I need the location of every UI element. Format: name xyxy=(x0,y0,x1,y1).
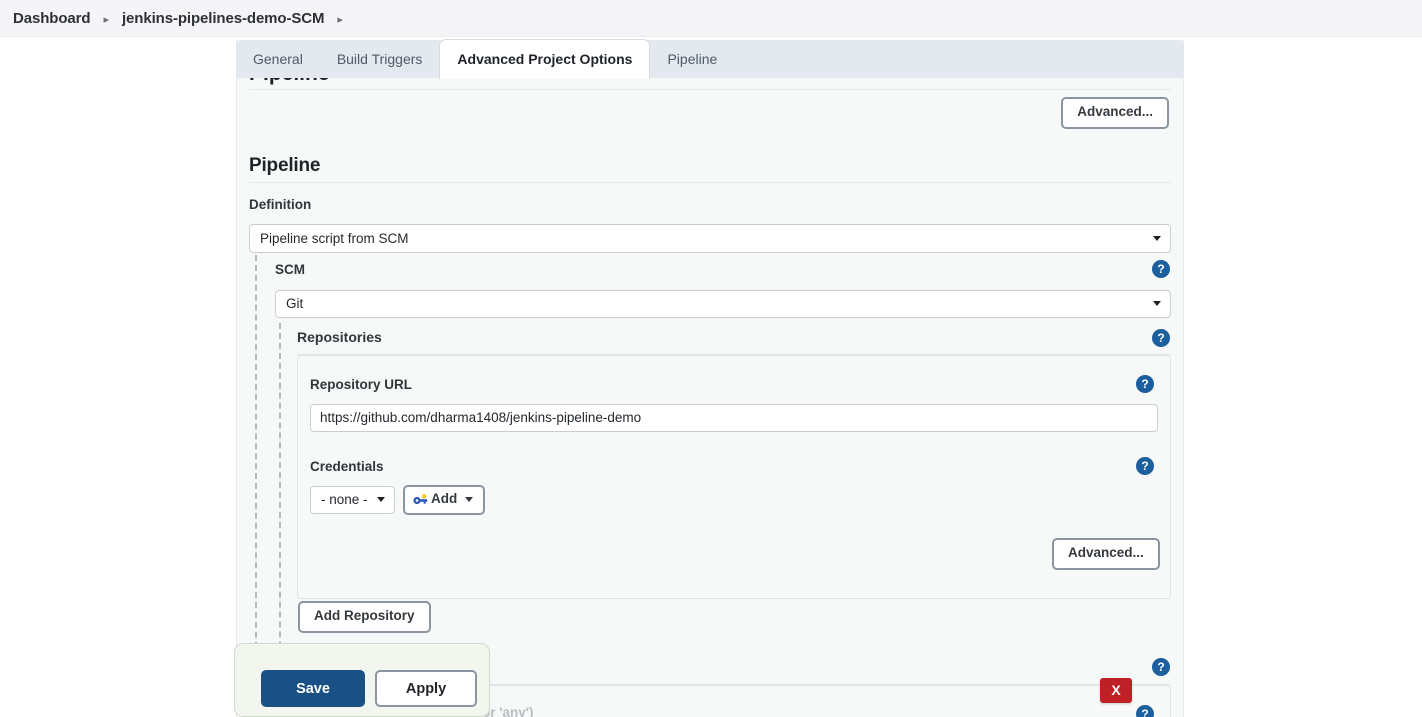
repository-block xyxy=(297,355,1171,599)
breadcrumb: Dashboard ▸ jenkins-pipelines-demo-SCM ▸ xyxy=(0,0,1422,37)
scm-label: SCM xyxy=(275,262,305,277)
apply-button[interactable]: Apply xyxy=(375,670,477,707)
help-icon-scm[interactable]: ? xyxy=(1152,260,1170,278)
breadcrumb-separator-icon: ▸ xyxy=(103,13,109,26)
delete-branch-button[interactable]: X xyxy=(1100,678,1132,703)
divider-pipeline xyxy=(249,182,1171,183)
credentials-label: Credentials xyxy=(310,459,384,474)
repository-url-input[interactable] xyxy=(310,404,1158,432)
breadcrumb-item-job[interactable]: jenkins-pipelines-demo-SCM xyxy=(122,10,325,27)
definition-select[interactable]: Pipeline script from SCM xyxy=(249,224,1171,253)
config-tabbar: General Build Triggers Advanced Project … xyxy=(236,39,1184,79)
help-icon-branches[interactable]: ? xyxy=(1152,658,1170,676)
credentials-select[interactable]: - none - xyxy=(310,486,395,514)
advanced-project-options-button[interactable]: Advanced... xyxy=(1061,97,1169,129)
definition-select-wrap[interactable]: Pipeline script from SCM xyxy=(249,224,1171,253)
repository-url-label: Repository URL xyxy=(310,377,413,392)
tab-build-triggers[interactable]: Build Triggers xyxy=(320,40,440,78)
scm-select[interactable]: Git xyxy=(275,290,1171,318)
definition-label: Definition xyxy=(249,197,312,212)
key-icon xyxy=(413,494,428,505)
divider-top xyxy=(249,89,1171,90)
help-icon-credentials[interactable]: ? xyxy=(1136,457,1154,475)
job-config-panel: Pipeline Advanced... Pipeline Definition… xyxy=(236,40,1184,717)
breadcrumb-separator-icon-2[interactable]: ▸ xyxy=(324,13,356,26)
save-apply-overlay: Save Apply xyxy=(234,643,490,717)
caret-down-icon-add xyxy=(465,496,474,502)
breadcrumb-item-dashboard[interactable]: Dashboard xyxy=(13,10,91,27)
pipeline-section-title: Pipeline xyxy=(249,155,321,176)
repository-advanced-button[interactable]: Advanced... xyxy=(1052,538,1160,570)
scm-select-wrap[interactable]: Git xyxy=(275,290,1171,318)
add-repository-button[interactable]: Add Repository xyxy=(298,601,431,633)
tab-pipeline[interactable]: Pipeline xyxy=(650,40,734,78)
help-icon-branch-specifier[interactable]: ? xyxy=(1136,705,1154,717)
help-icon-repositories[interactable]: ? xyxy=(1152,329,1170,347)
repositories-label: Repositories xyxy=(297,329,382,345)
add-credentials-label: Add xyxy=(431,491,458,506)
save-button[interactable]: Save xyxy=(261,670,365,707)
screen-root: Dashboard ▸ jenkins-pipelines-demo-SCM ▸… xyxy=(0,0,1422,717)
help-icon-repository-url[interactable]: ? xyxy=(1136,375,1154,393)
tab-advanced-project-options[interactable]: Advanced Project Options xyxy=(439,39,651,79)
credentials-select-wrap[interactable]: - none - xyxy=(310,486,395,514)
add-credentials-button[interactable]: Add xyxy=(403,485,486,515)
tab-general[interactable]: General xyxy=(236,40,320,78)
